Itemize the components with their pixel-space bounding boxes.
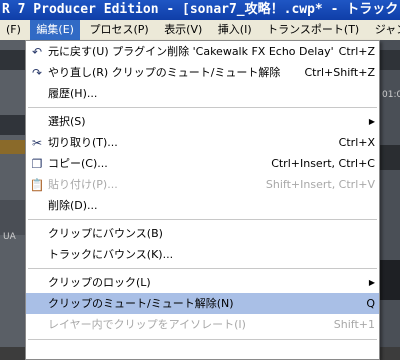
menu-item-redo[interactable]: ↷ やり直し(R) クリップのミュート/ミュート解除 Ctrl+Shift+Z [26, 62, 379, 83]
menu-item-bounce-clip[interactable]: クリップにバウンス(B) [26, 223, 379, 244]
menu-transport[interactable]: トランスポート(T) [261, 20, 365, 40]
undo-icon: ↶ [31, 45, 43, 59]
menu-item-cut[interactable]: ✂ 切り取り(T)... Ctrl+X [26, 132, 379, 153]
menu-insert[interactable]: 挿入(I) [212, 20, 258, 40]
track-strip [380, 260, 400, 300]
menu-item-delete[interactable]: 削除(D)... [26, 195, 379, 216]
edit-menu-dropdown: ↶ 元に戻す(U) プラグイン削除 'Cakewalk FX Echo Dela… [25, 40, 380, 360]
menu-item-undo[interactable]: ↶ 元に戻す(U) プラグイン削除 'Cakewalk FX Echo Dela… [26, 41, 379, 62]
submenu-arrow-icon: ▶ [368, 117, 375, 126]
toolbar-strip [0, 115, 25, 135]
menu-item-history[interactable]: 履歴(H)... [26, 83, 379, 104]
timeline-time: 01:00 [382, 90, 400, 100]
menu-item-isolate[interactable]: レイヤー内でクリップをアイソレート(I) Shift+1 [26, 314, 379, 335]
menu-item-copy[interactable]: ❐ コピー(C)... Ctrl+Insert, Ctrl+C [26, 153, 379, 174]
menu-item-select[interactable]: 選択(S) ▶ [26, 111, 379, 132]
menu-edit[interactable]: 編集(E) [30, 20, 80, 40]
menu-separator [28, 219, 377, 220]
copy-icon: ❐ [31, 157, 43, 171]
background-left-panel: UA [0, 40, 25, 347]
menu-item-clip-mute[interactable]: クリップのミュート/ミュート解除(N) Q [26, 293, 379, 314]
track-strip [0, 200, 25, 235]
menu-process[interactable]: プロセス(P) [83, 20, 154, 40]
menu-separator [28, 107, 377, 108]
redo-icon: ↷ [31, 66, 43, 80]
menu-item-paste[interactable]: 📋 貼り付け(P)... Shift+Insert, Ctrl+V [26, 174, 379, 195]
paste-icon: 📋 [29, 178, 45, 192]
track-label: UA [3, 232, 16, 242]
toolbar-strip [380, 50, 400, 70]
menu-file[interactable]: (F) [0, 20, 27, 40]
toolbar-strip [0, 50, 25, 70]
menu-jump[interactable]: ジャンプ(G) [369, 20, 400, 40]
menu-view[interactable]: 表示(V) [158, 20, 208, 40]
background-right-panel: 01:00 [380, 40, 400, 347]
title-bar: R 7 Producer Edition - [sonar7_攻略！.cwp* … [0, 0, 400, 20]
track-strip [0, 140, 25, 154]
menu-separator [28, 268, 377, 269]
scissors-icon: ✂ [31, 136, 43, 150]
menu-item-clip-lock[interactable]: クリップのロック(L) ▶ [26, 272, 379, 293]
window-title: R 7 Producer Edition - [sonar7_攻略！.cwp* … [2, 2, 400, 17]
track-strip [380, 145, 400, 170]
menu-item-bounce-track[interactable]: トラックにバウンス(K)... [26, 244, 379, 265]
submenu-arrow-icon: ▶ [368, 278, 375, 287]
menu-separator [28, 339, 377, 340]
menu-bar: (F) 編集(E) プロセス(P) 表示(V) 挿入(I) トランスポート(T)… [0, 20, 400, 40]
